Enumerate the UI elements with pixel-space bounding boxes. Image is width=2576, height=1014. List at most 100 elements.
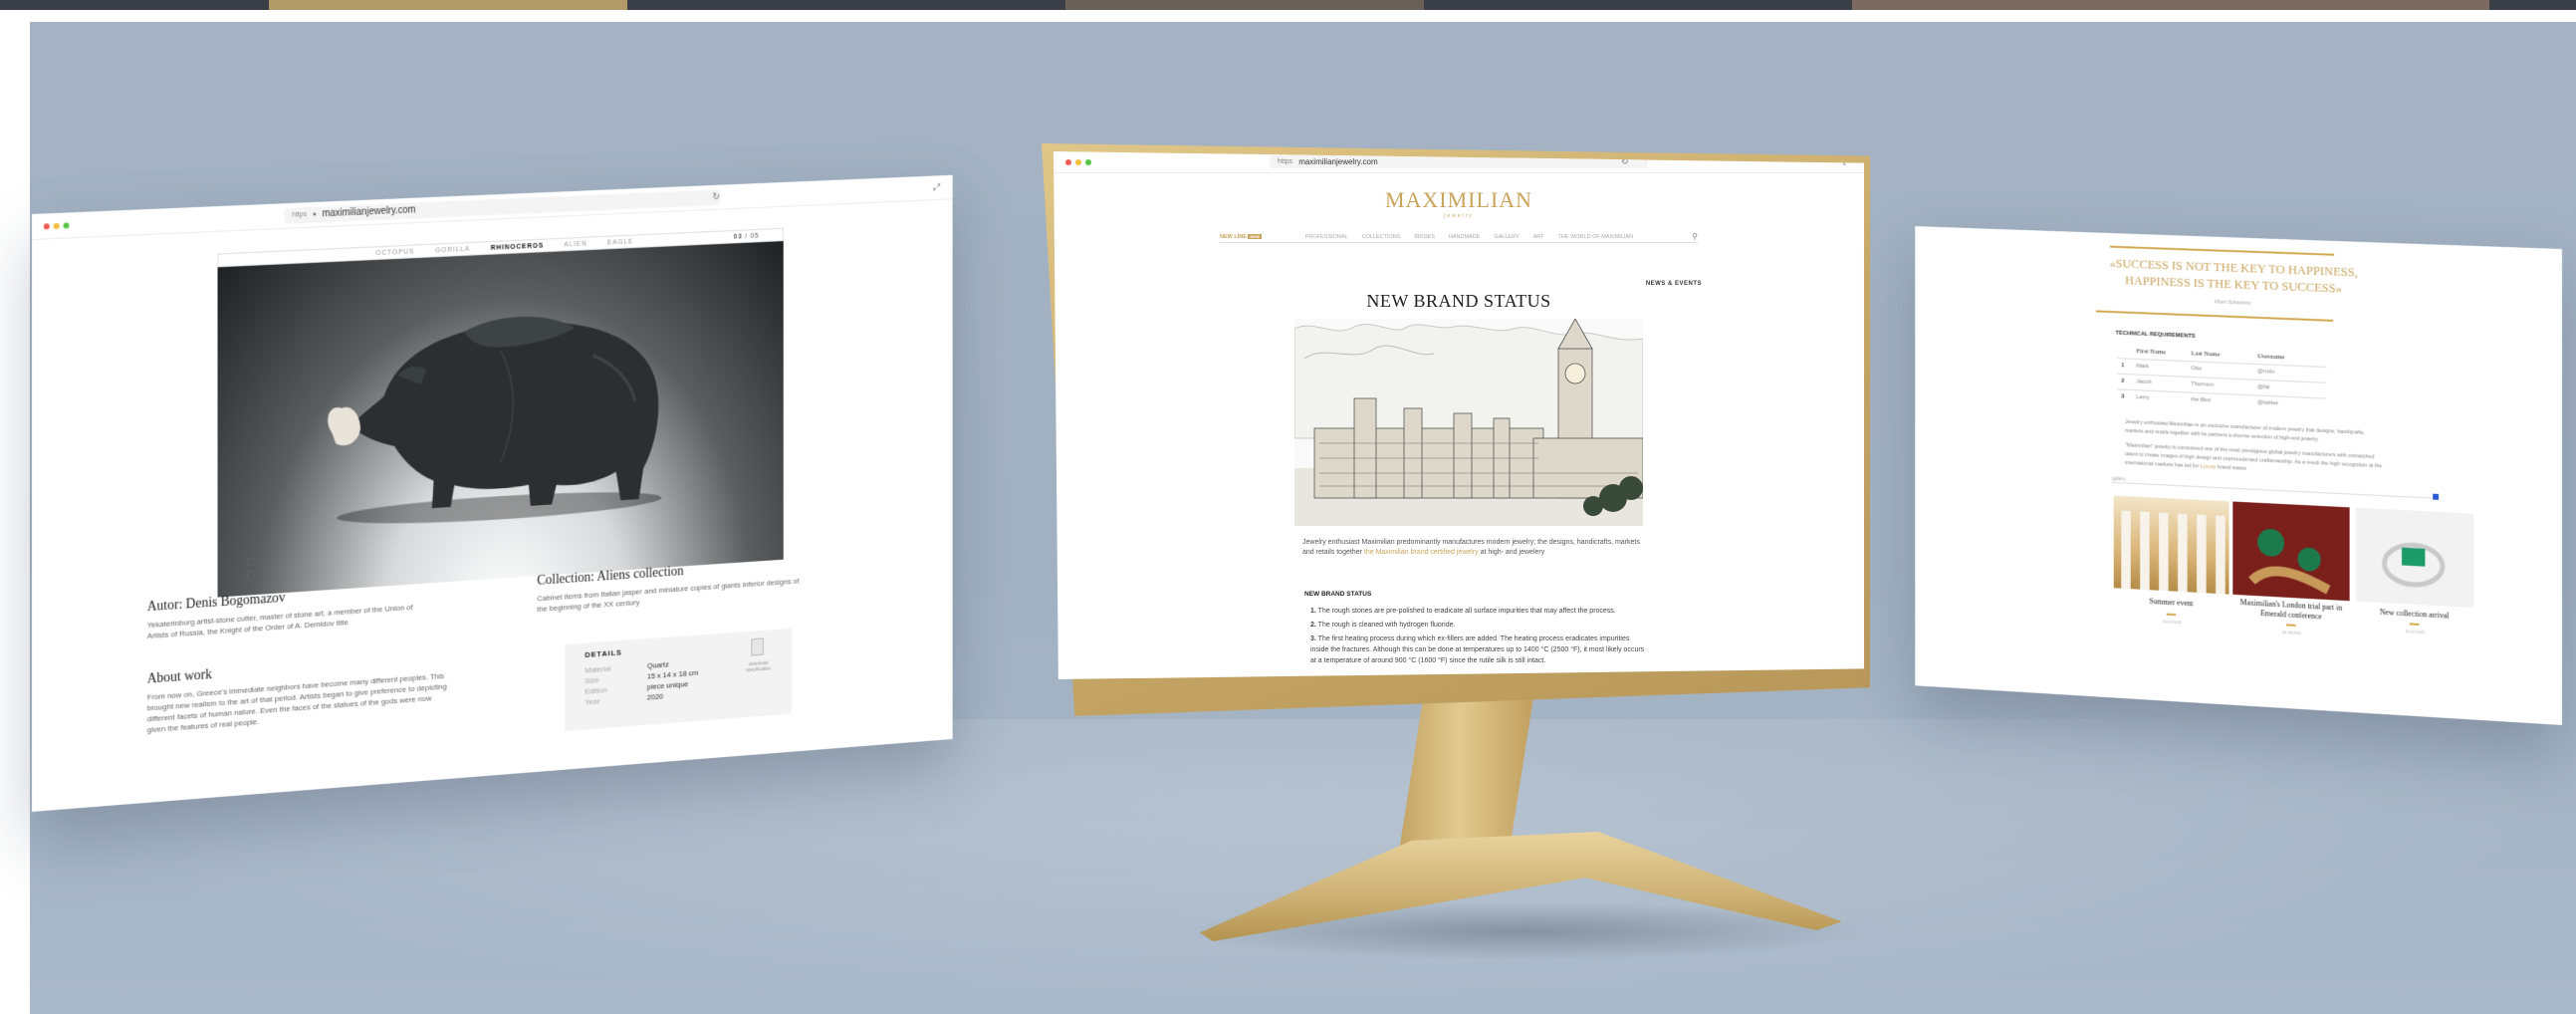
main-nav: NEW LINE NEW PROFESSIONAL COLLECTIONS BR… [1220,231,1698,243]
window-controls [43,221,70,229]
nav-item-professional[interactable]: PROFESSIONAL [1305,234,1348,240]
detail-value: 2020 [646,691,664,702]
https-label: https [292,211,307,219]
nav-item-new-line[interactable]: NEW LINE NEW [1220,233,1262,240]
search-icon[interactable]: ⚲ [1692,232,1698,241]
reload-icon[interactable]: ↻ [712,191,720,202]
quote-rule-bottom [2095,310,2334,322]
details-heading: DETAILS [585,647,622,659]
process-step: 3. The first heating process during whic… [1310,635,1645,664]
london-sketch-image [1294,319,1643,526]
table-cell: the Bird [2191,396,2212,404]
card-image-new-collection[interactable] [2355,507,2474,609]
nav-item-handmade[interactable]: HANDMADE [1449,234,1480,240]
table-cell: Mark [2136,363,2150,371]
nav-item-gallery[interactable]: GALLERY [1494,234,1519,240]
table-cell: 1 [2121,363,2125,370]
top-thumbnail-strip [0,0,2576,10]
brand-paragraph: "Maximilian" jewelry is considered one o… [2125,441,2382,480]
card-date: 20.05.2021 [2162,619,2182,626]
brand-logo-sub: jewelry [1444,213,1474,219]
step-text: The rough is cleaned with hydrogen fluor… [1317,622,1456,629]
pager: 03 / 05 [734,232,760,240]
detail-label: Year [585,696,600,707]
nav-item-collections[interactable]: COLLECTIONS [1362,234,1401,240]
minimize-icon[interactable] [1075,158,1081,165]
table-cell: 2 [2121,378,2125,384]
page-title: NEW BRAND STATUS [1366,291,1551,311]
card-title[interactable]: Maximilian's London trial part in Emeral… [2232,598,2349,624]
quote-rule-top [2109,245,2335,256]
window-controls [1065,158,1091,165]
table-cell: @mdo [2257,369,2275,376]
table-cell: Larry [2136,394,2150,401]
step-text: The rough stones are pre-polished to era… [1317,608,1616,615]
card-image-london-conference[interactable] [2232,501,2350,602]
close-icon[interactable] [1065,158,1071,165]
detail-value: piece unique [646,679,689,692]
minimize-icon[interactable] [53,222,60,229]
maximize-icon[interactable] [1085,158,1091,165]
table-cell: Thornton [2191,380,2215,388]
card-date: 01.07.2021 [2405,629,2426,635]
table-cell: Jacob [2136,379,2152,386]
rhino-sculpture-image: ▢ ▢ [217,241,784,598]
expand-icon[interactable]: ⤢ [933,182,940,193]
tab-rhinoceros[interactable]: RHINOCEROS [491,242,544,251]
nav-item-brides[interactable]: BRIDES [1414,234,1434,240]
file-icon[interactable] [751,637,764,656]
table-title: TECHNICAL REQUIREMENTS [2115,330,2196,340]
pager-current: 03 [733,232,743,241]
table-header: Last Name [2191,349,2221,359]
intro-tail: at high- and jewelery [1480,549,1545,556]
tab-eagle[interactable]: EAGLE [607,238,633,246]
new-badge: NEW [1248,233,1262,239]
table-cell: 3 [2121,393,2125,400]
tab-octopus[interactable]: OCTOPUS [375,248,414,257]
lock-icon: ● [312,210,317,218]
maximize-icon[interactable] [63,221,70,229]
luxury-link[interactable]: Luxury [2201,464,2217,471]
tab-gorilla[interactable]: GORILLA [435,245,470,253]
emerald-ring-photo [2232,528,2349,602]
section-subheading: NEW BRAND STATUS [1304,591,1372,598]
details-panel: DETAILS Material Quartz Size 15 x 14 x 1… [565,628,792,732]
table-cell: @twitter [2257,399,2279,407]
strip-thumbnail [269,0,627,10]
nav-label: NEW LINE [1220,233,1247,240]
card-image-summer-event[interactable] [2113,495,2229,595]
left-browser-window: https ● maximilianjewelry.com ↻ ⤢ OCTOPU… [32,174,953,813]
url-text: maximilianjewelry.com [1298,157,1378,166]
card-title[interactable]: New collection arrival [2355,607,2473,624]
gallery-nav-button[interactable] [2433,493,2440,500]
right-browser-window: «SUCCESS IS NOT THE KEY TO HAPPINESS, HA… [1915,226,2562,725]
brand-logo[interactable]: MAXIMILIAN [1054,187,1864,213]
strip-thumbnail [1065,0,1424,10]
table-cell: @fat [2257,383,2270,391]
card-accent [2285,624,2296,627]
table-cell: Otto [2191,366,2203,373]
url-text: maximilianjewelry.com [322,204,416,220]
card-title[interactable]: Summer event [2114,595,2229,611]
strip-thumbnail [1852,0,2489,10]
close-icon[interactable] [43,222,50,229]
https-label: https [1278,158,1293,165]
detail-label: Edition [585,685,607,696]
tab-alien[interactable]: ALIEN [564,240,586,248]
detail-label: Material [585,663,611,675]
news-events-link[interactable]: NEWS & EVENTS [1646,281,1702,287]
nav-item-world[interactable]: THE WORLD OF MAXIMILIAN [1558,234,1633,240]
process-step: 2. The rough is cleaned with hydrogen fl… [1310,622,1456,629]
table-header: Username [2257,352,2285,362]
intro-link[interactable]: the Maximilian brand certified jewelry [1364,549,1479,556]
image-gallery-icon[interactable]: ▢ ▢ [246,555,258,581]
arches-illustration [2121,510,2225,595]
para-text: "Maximilian" jewelry is considered one o… [2125,442,2383,470]
detail-value: 15 x 14 x 18 cm [646,668,699,681]
para-tail: brand status. [2217,464,2248,472]
download-label[interactable]: download specification [736,659,781,674]
step-text: The first heating process during which e… [1310,635,1645,664]
intro-paragraph: Jewelry enthusiast Maximilian predominan… [1302,538,1641,558]
nav-item-art[interactable]: ART [1533,234,1544,240]
detail-value: Quartz [646,659,669,670]
